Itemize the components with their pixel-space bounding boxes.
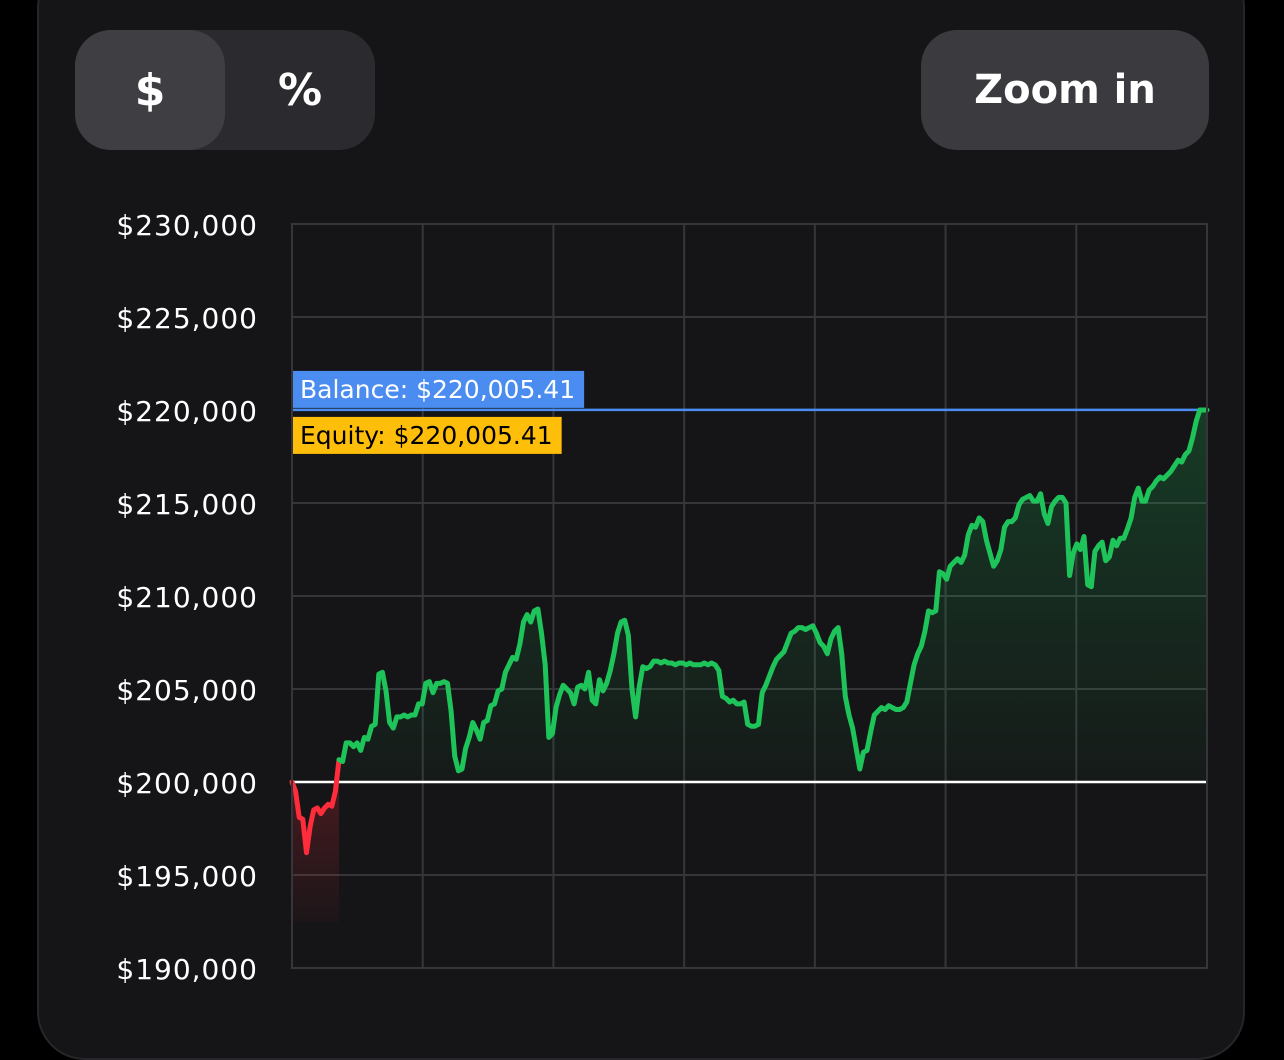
- balance-label: Balance: $220,005.41: [293, 370, 585, 408]
- y-tick-label: $205,000: [116, 674, 258, 707]
- y-tick-label: $195,000: [116, 860, 258, 893]
- y-tick-label: $230,000: [116, 209, 258, 242]
- y-tick-label: $210,000: [116, 581, 258, 614]
- loss-area-fill: [292, 759, 339, 922]
- y-tick-label: $215,000: [116, 488, 258, 521]
- equity-label: Equity: $220,005.41: [293, 416, 562, 454]
- equity-chart: $230,000 $225,000 $220,000 $215,000 $210,000…: [116, 209, 1210, 986]
- y-tick-label: $190,000: [116, 953, 258, 986]
- equity-label-text: Equity: $220,005.41: [300, 421, 553, 450]
- balance-label-text: Balance: $220,005.41: [300, 375, 575, 404]
- y-tick-label: $200,000: [116, 767, 258, 800]
- y-tick-label: $225,000: [116, 302, 258, 335]
- y-tick-label: $220,000: [116, 395, 258, 428]
